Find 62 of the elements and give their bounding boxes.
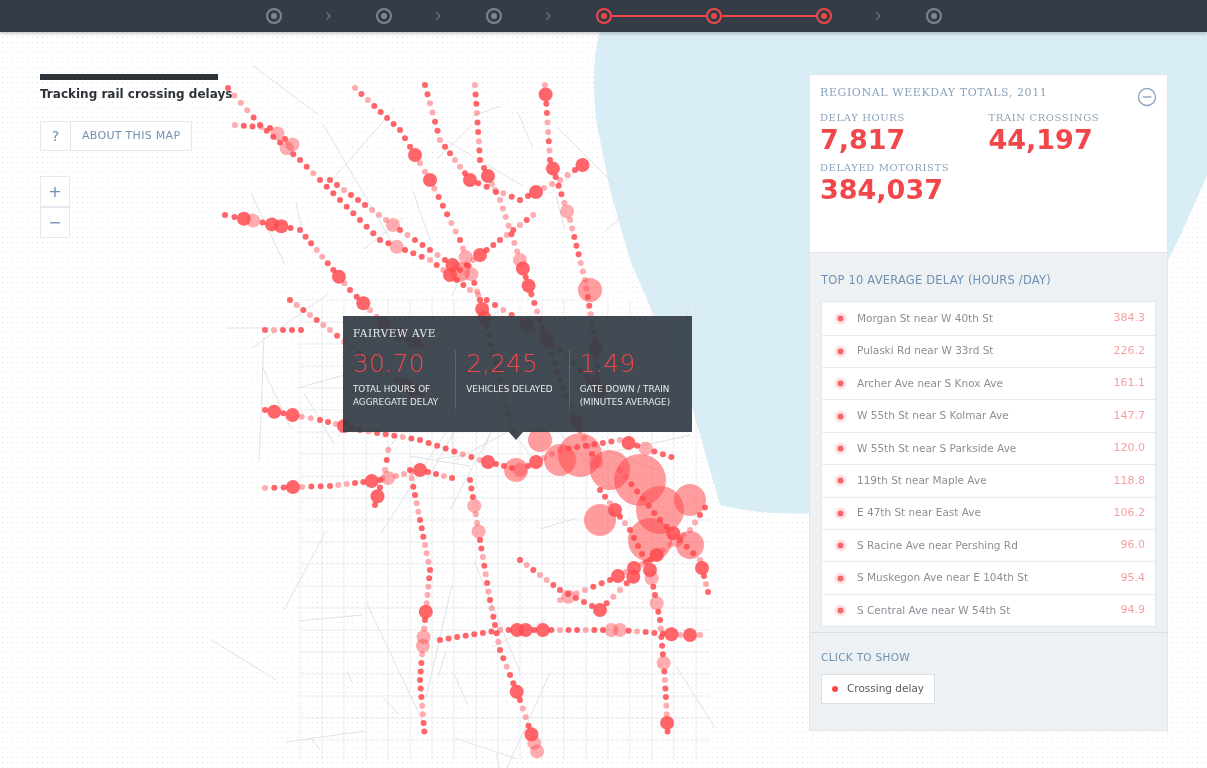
chevron-icon [436, 12, 441, 20]
target-icon [834, 344, 847, 358]
delay-value: 161.1 [1113, 375, 1145, 392]
step-button[interactable] [815, 8, 832, 24]
stat-label: TOTAL HOURS OF AGGREGATE DELAY [353, 383, 440, 409]
stat-label: DELAYED MOTORISTS [820, 161, 951, 176]
list-heading: TOP 10 AVERAGE DELAY (HOURS /DAY) [820, 272, 1052, 289]
step-button[interactable] [375, 8, 392, 24]
delay-value: 94.9 [1120, 602, 1145, 619]
stat-value: 44,197 [988, 124, 1094, 155]
legend-heading: CLICK TO SHOW [820, 650, 911, 666]
target-icon [834, 539, 847, 553]
step-button[interactable] [925, 8, 942, 24]
step-button[interactable] [265, 8, 282, 24]
delay-value: 106.2 [1113, 505, 1145, 522]
step-button[interactable] [705, 8, 722, 24]
crossing-name: W 55th St near S Kolmar Ave [857, 408, 1010, 424]
stat-value: 2,245 [466, 349, 539, 378]
crossing-name: W 55th St near S Parkside Ave [857, 440, 1018, 456]
stat-label: GATE DOWN / TRAIN (MINUTES AVERAGE) [579, 383, 672, 409]
delay-value: 118.8 [1113, 472, 1145, 489]
chevron-icon [546, 12, 551, 20]
totals-title: REGIONAL WEEKDAY TOTALS, 2011 [820, 85, 1049, 101]
map-title: Tracking rail crossing delays [40, 86, 233, 102]
step-button[interactable] [485, 8, 502, 24]
delay-value: 226.2 [1113, 343, 1145, 360]
target-icon [834, 409, 847, 423]
target-icon [834, 474, 847, 488]
stat-value: 30.70 [353, 349, 426, 378]
step-button[interactable] [595, 8, 612, 24]
about-button[interactable]: ? ABOUT THIS MAP [40, 121, 193, 151]
crossing-name: Pulaski Rd near W 33rd St [857, 343, 995, 359]
crossing-name: 119th St near Maple Ave [857, 473, 988, 488]
delay-value: 120.0 [1113, 440, 1145, 457]
zoom-out-button[interactable]: − [40, 207, 70, 238]
target-icon [834, 506, 847, 520]
stat-value: 7,817 [820, 124, 907, 155]
crossing-name: Archer Ave near S Knox Ave [857, 375, 1005, 391]
stat-label: DELAY HOURS [820, 110, 906, 125]
crossing-name: S Central Ave near W 54th St [857, 602, 1012, 618]
tooltip-title: FAIRVEW AVE [353, 326, 437, 341]
chevron-icon [326, 12, 331, 20]
target-icon [834, 571, 847, 585]
stat-label: TRAIN CROSSINGS [988, 110, 1101, 125]
legend-toggle[interactable]: Crossing delay [821, 673, 936, 704]
target-icon [834, 442, 847, 455]
delay-value: 384.3 [1113, 310, 1145, 327]
chevron-icon [876, 12, 881, 20]
stat-value: 1.49 [579, 349, 637, 378]
delay-value: 96.0 [1120, 537, 1145, 554]
crossing-name: S Racine Ave near Pershing Rd [857, 537, 1019, 553]
crossing-name: Morgan St near W 40th St [857, 310, 994, 326]
target-icon [834, 311, 847, 325]
delay-value: 95.4 [1120, 569, 1145, 586]
delay-value: 147.7 [1113, 407, 1145, 424]
crossing-name: S Muskegon Ave near E 104th St [857, 570, 1030, 586]
stat-value: 384,037 [820, 175, 944, 205]
zoom-in-button[interactable]: + [40, 176, 70, 207]
stat-label: VEHICLES DELAYED [466, 383, 554, 396]
target-icon [834, 603, 847, 617]
crossing-name: E 47th St near East Ave [857, 505, 982, 521]
target-icon [834, 377, 847, 391]
